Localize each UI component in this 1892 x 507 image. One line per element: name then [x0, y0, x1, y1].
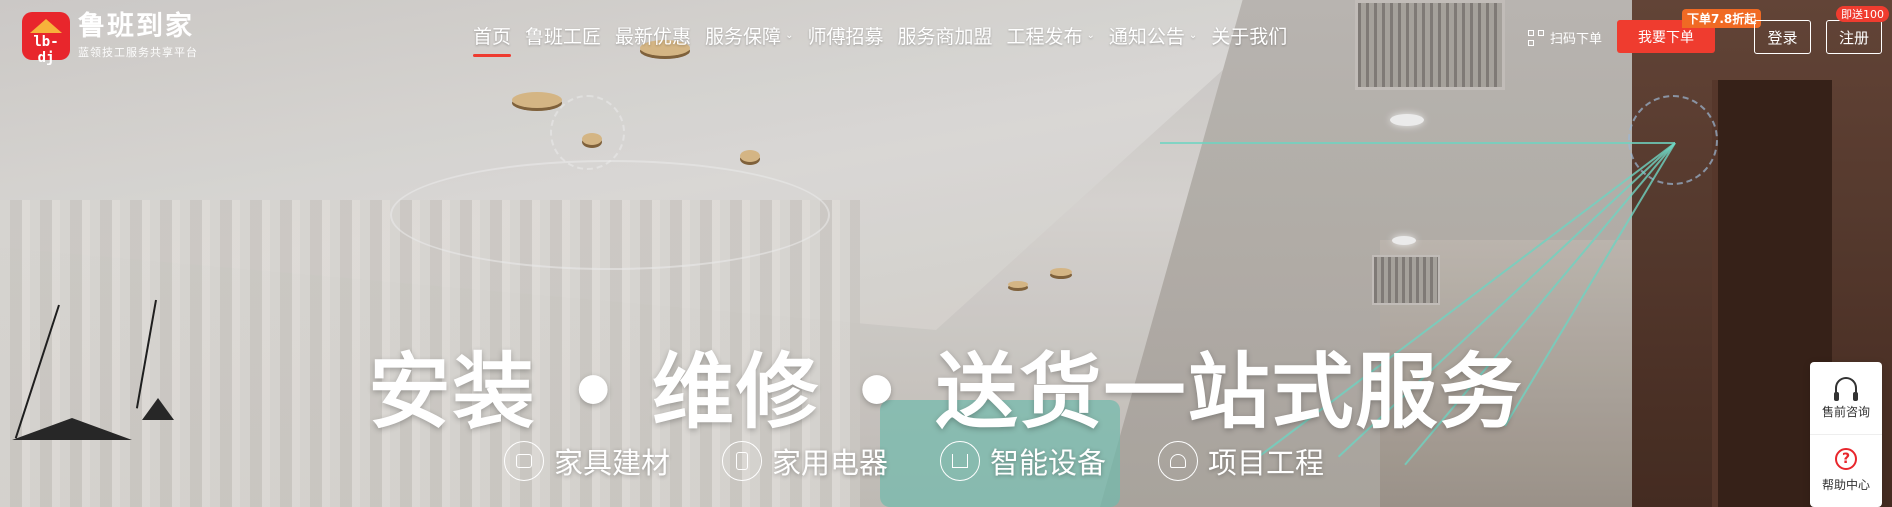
- nav-label: 首页: [473, 26, 512, 48]
- chevron-down-icon: ⌄: [1086, 30, 1095, 41]
- nav-home[interactable]: 首页: [473, 22, 512, 57]
- category-furniture[interactable]: 家具建材: [504, 440, 670, 482]
- nav-projects[interactable]: 工程发布 ⌄: [1006, 22, 1094, 57]
- nav-notices[interactable]: 通知公告 ⌄: [1109, 22, 1197, 57]
- category-projects[interactable]: 项目工程: [1158, 440, 1324, 482]
- logo-mark-text: lb-dj: [33, 34, 59, 66]
- sofa-icon: [504, 441, 544, 481]
- nav-label: 服务商加盟: [897, 26, 993, 48]
- hero-headline: 安装 • 维修 • 送货一站式服务: [368, 345, 1524, 440]
- nav-label: 师傅招募: [807, 26, 884, 48]
- category-label: 项目工程: [1208, 446, 1325, 480]
- nav-partner[interactable]: 服务商加盟: [897, 22, 992, 57]
- smart-device-icon: [940, 441, 981, 481]
- question-icon: ?: [1835, 448, 1857, 470]
- brand-tagline: 蓝领技工服务共享平台: [78, 46, 198, 59]
- category-label: 家用电器: [772, 446, 889, 480]
- chevron-down-icon: ⌄: [785, 30, 794, 41]
- appliance-icon: [722, 441, 763, 481]
- nav-deals[interactable]: 最新优惠: [615, 22, 691, 57]
- nav-label: 服务保障: [705, 26, 782, 48]
- project-icon: [1158, 441, 1199, 481]
- nav-about[interactable]: 关于我们: [1211, 22, 1287, 57]
- login-button[interactable]: 登录: [1754, 20, 1811, 54]
- nav-service-guarantee[interactable]: 服务保障 ⌄: [705, 22, 793, 57]
- category-smart-devices[interactable]: 智能设备: [940, 440, 1106, 482]
- scan-order-link[interactable]: 扫码下单: [1528, 28, 1602, 47]
- logo-icon: lb-dj: [22, 12, 70, 66]
- category-appliances[interactable]: 家用电器: [722, 440, 888, 482]
- nav-label: 最新优惠: [615, 26, 692, 48]
- presale-label: 售前咨询: [1821, 404, 1870, 419]
- nav-label: 通知公告: [1108, 26, 1185, 48]
- register-button[interactable]: 注册: [1826, 20, 1882, 54]
- nav-label: 鲁班工匠: [525, 26, 602, 48]
- category-label: 家具建材: [554, 446, 671, 480]
- brand-text: 鲁班到家 蓝领技工服务共享平台: [78, 12, 198, 60]
- brand-logo[interactable]: lb-dj 鲁班到家 蓝领技工服务共享平台: [22, 12, 198, 66]
- brand-name: 鲁班到家: [78, 11, 194, 42]
- nav-recruitment[interactable]: 师傅招募: [807, 22, 883, 57]
- help-center-button[interactable]: ? 帮助中心: [1810, 434, 1882, 506]
- qr-code-icon: [1528, 29, 1544, 46]
- presale-consult-button[interactable]: 售前咨询: [1810, 362, 1882, 434]
- register-promo-badge: 即送100: [1836, 6, 1889, 22]
- service-categories: 家具建材 家用电器 智能设备 项目工程: [504, 440, 1376, 482]
- scan-order-label: 扫码下单: [1550, 32, 1603, 47]
- help-label: 帮助中心: [1821, 478, 1870, 492]
- nav-craftsmen[interactable]: 鲁班工匠: [525, 22, 601, 57]
- nav-label: 工程发布: [1006, 26, 1083, 48]
- headset-icon: [1834, 376, 1858, 401]
- top-header: lb-dj 鲁班到家 蓝领技工服务共享平台 首页 鲁班工匠 最新优惠 服务保障 ⌄…: [0, 0, 1892, 76]
- main-nav: 首页 鲁班工匠 最新优惠 服务保障 ⌄ 师傅招募 服务商加盟 工程发布 ⌄ 通知公告…: [473, 22, 1301, 57]
- order-promo-badge: 下单7.8折起: [1682, 9, 1762, 28]
- category-label: 智能设备: [990, 446, 1107, 480]
- nav-label: 关于我们: [1211, 26, 1288, 48]
- chevron-down-icon: ⌄: [1188, 30, 1198, 41]
- floating-side-panel: 售前咨询 ? 帮助中心: [1810, 362, 1882, 507]
